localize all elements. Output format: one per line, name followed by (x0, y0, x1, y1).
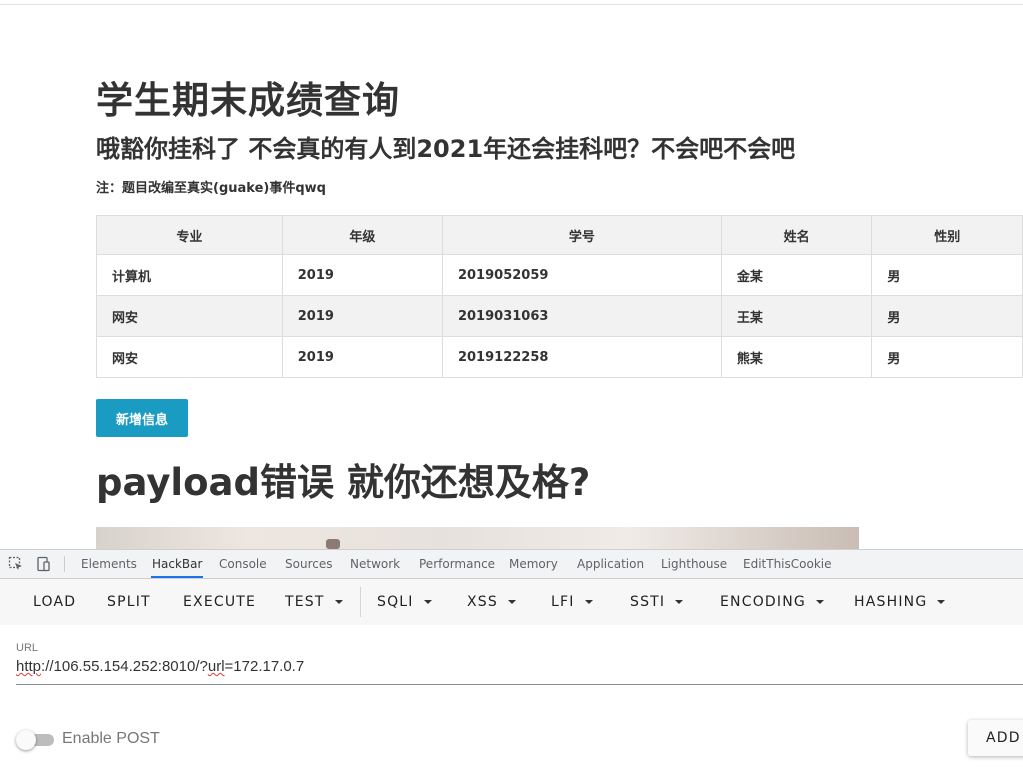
load-label: LOAD (33, 594, 77, 610)
devtools-panel: Elements HackBar Console Sources Network… (0, 549, 1023, 768)
split-label: SPLIT (107, 594, 151, 610)
column-header-name: 姓名 (720, 215, 873, 255)
table-row: 网安 2019 2019122258 熊某 男 (96, 336, 1023, 378)
url-param-name: url (207, 658, 225, 675)
cell-grade: 2019 (281, 254, 443, 296)
tab-performance[interactable]: Performance (418, 550, 496, 578)
page-subtitle: 哦豁你挂科了 不会真的有人到2021年还会挂科吧？不会吧不会吧 (96, 135, 796, 163)
tab-console[interactable]: Console (218, 550, 268, 578)
enable-post-label: Enable POST (62, 730, 160, 747)
devtools-tab-bar: Elements HackBar Console Sources Network… (0, 550, 1023, 579)
lfi-menu-button[interactable]: LFI (551, 579, 593, 625)
toolbar-divider (360, 587, 361, 617)
cell-grade: 2019 (281, 336, 443, 378)
execute-button[interactable]: EXECUTE (183, 579, 256, 625)
url-scheme: http (16, 658, 42, 675)
tab-elements[interactable]: Elements (80, 550, 138, 578)
result-image (96, 527, 859, 549)
url-param-value: =172.17.0.7 (224, 658, 305, 675)
column-header-major: 专业 (96, 215, 283, 255)
xss-menu-button[interactable]: XSS (467, 579, 516, 625)
add-info-button[interactable]: 新增信息 (96, 399, 188, 437)
add-header-button[interactable]: ADD (968, 720, 1023, 756)
cell-gender: 男 (871, 295, 1023, 337)
page-title: 学生期末成绩查询 (96, 79, 400, 122)
test-menu-button[interactable]: TEST (285, 579, 343, 625)
cell-major: 网安 (96, 336, 283, 378)
cell-gender: 男 (871, 336, 1023, 378)
column-header-student-id: 学号 (441, 215, 722, 255)
tab-editthiscookie[interactable]: EditThisCookie (742, 550, 833, 578)
tab-network[interactable]: Network (349, 550, 401, 578)
table-row: 计算机 2019 2019052059 金某 男 (96, 254, 1023, 296)
caret-down-icon (334, 600, 343, 604)
cell-student-id: 2019122258 (441, 336, 722, 378)
payload-error-heading: payload错误 就你还想及格? (96, 461, 591, 504)
caret-down-icon (937, 600, 946, 604)
column-header-grade: 年级 (281, 215, 443, 255)
sqli-menu-button[interactable]: SQLI (377, 579, 432, 625)
url-label: URL (16, 642, 39, 654)
column-header-gender: 性别 (871, 215, 1023, 255)
hashing-menu-button[interactable]: HASHING (854, 579, 946, 625)
cell-major: 计算机 (96, 254, 283, 296)
execute-label: EXECUTE (183, 594, 257, 610)
page-note: 注：题目改编至真实(guake)事件qwq (96, 181, 326, 196)
hashing-label: HASHING (854, 594, 928, 610)
url-input[interactable]: http://106.55.154.252:8010/?url=172.17.0… (16, 657, 1023, 685)
grades-table: 专业 年级 学号 姓名 性别 计算机 2019 2019052059 金某 男 … (96, 215, 1023, 378)
cell-gender: 男 (871, 254, 1023, 296)
tab-application[interactable]: Application (576, 550, 645, 578)
cell-name: 王某 (720, 295, 873, 337)
inspect-element-icon[interactable] (8, 556, 24, 572)
cell-student-id: 2019031063 (441, 295, 722, 337)
table-row: 网安 2019 2019031063 王某 男 (96, 295, 1023, 337)
caret-down-icon (815, 600, 824, 604)
sqli-label: SQLI (377, 594, 414, 610)
device-toggle-icon[interactable] (35, 556, 51, 572)
hackbar-toolbar: LOAD SPLIT EXECUTE TEST SQLI XSS LFI SST… (0, 579, 1023, 625)
enable-post-toggle[interactable] (16, 730, 54, 750)
load-button[interactable]: LOAD (33, 579, 76, 625)
tab-lighthouse[interactable]: Lighthouse (660, 550, 728, 578)
cell-grade: 2019 (281, 295, 443, 337)
caret-down-icon (675, 600, 684, 604)
tab-sources[interactable]: Sources (284, 550, 333, 578)
cell-major: 网安 (96, 295, 283, 337)
lfi-label: LFI (551, 594, 575, 610)
caret-down-icon (584, 600, 593, 604)
top-divider (0, 4, 1023, 5)
split-button[interactable]: SPLIT (107, 579, 151, 625)
tab-memory[interactable]: Memory (508, 550, 559, 578)
toggle-knob (16, 730, 36, 750)
caret-down-icon (423, 600, 432, 604)
xss-label: XSS (467, 594, 498, 610)
test-label: TEST (285, 594, 325, 610)
tab-hackbar[interactable]: HackBar (151, 550, 204, 578)
ssti-menu-button[interactable]: SSTI (630, 579, 684, 625)
cell-student-id: 2019052059 (441, 254, 722, 296)
caret-down-icon (507, 600, 516, 604)
encoding-menu-button[interactable]: ENCODING (720, 579, 824, 625)
ssti-label: SSTI (630, 594, 666, 610)
cell-name: 熊某 (720, 336, 873, 378)
table-header-row: 专业 年级 学号 姓名 性别 (96, 215, 1023, 255)
tab-separator (64, 556, 65, 572)
encoding-label: ENCODING (720, 594, 806, 610)
cell-name: 金某 (720, 254, 873, 296)
url-host: ://106.55.154.252:8010/? (41, 658, 208, 675)
